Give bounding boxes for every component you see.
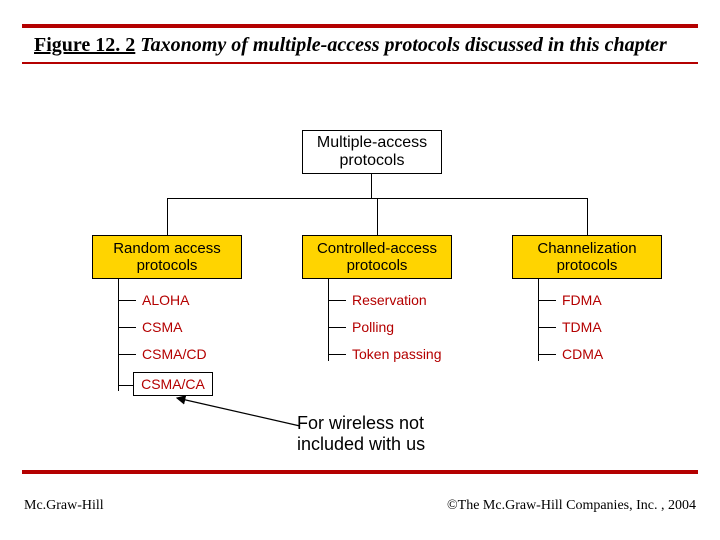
annotation-arrow [175,396,315,436]
annotation-line1: For wireless not [297,413,497,434]
leaf-token-passing: Token passing [352,346,442,362]
connector [328,354,346,355]
connector [328,279,329,361]
highlight-csma-ca: CSMA/CA [133,372,213,396]
label: protocols [347,257,408,274]
connector [118,300,136,301]
rule-bottom [22,470,698,474]
connector [328,300,346,301]
node-channelization: Channelization protocols [512,235,662,279]
leaf-csma: CSMA [142,319,182,335]
node-controlled-access: Controlled-access protocols [302,235,452,279]
node-root-line2: protocols [340,152,405,170]
leaf-tdma: TDMA [562,319,602,335]
label: protocols [137,257,198,274]
node-random-access: Random access protocols [92,235,242,279]
rule-top-thick [22,24,698,28]
connector [538,300,556,301]
connector [587,198,588,235]
connector [118,327,136,328]
leaf-aloha: ALOHA [142,292,189,308]
label: Channelization [537,240,636,257]
leaf-csma-cd: CSMA/CD [142,346,207,362]
leaf-cdma: CDMA [562,346,603,362]
figure-title: Taxonomy of multiple-access protocols di… [140,34,667,56]
connector [371,174,372,198]
connector [538,354,556,355]
figure-caption: Figure 12. 2 Taxonomy of multiple-access… [34,34,667,57]
leaf-fdma: FDMA [562,292,602,308]
annotation-text: For wireless not included with us [297,413,497,455]
leaf-reservation: Reservation [352,292,427,308]
node-root: Multiple-access protocols [302,130,442,174]
label: Controlled-access [317,240,437,257]
rule-top-thin [22,62,698,64]
label: Random access [113,240,221,257]
footer-left: Mc.Graw-Hill [24,498,104,514]
footer-right: ©The Mc.Graw-Hill Companies, Inc. , 2004 [447,498,696,514]
leaf-csma-ca: CSMA/CA [141,376,205,392]
figure-number: Figure 12. 2 [34,34,135,56]
connector [328,327,346,328]
leaf-polling: Polling [352,319,394,335]
connector [377,198,378,235]
connector [118,354,136,355]
label: protocols [557,257,618,274]
node-root-line1: Multiple-access [317,134,427,152]
annotation-line2: included with us [297,434,497,455]
connector [538,279,539,361]
connector [538,327,556,328]
slide: Figure 12. 2 Taxonomy of multiple-access… [0,0,720,540]
connector [167,198,168,235]
connector [118,279,119,391]
